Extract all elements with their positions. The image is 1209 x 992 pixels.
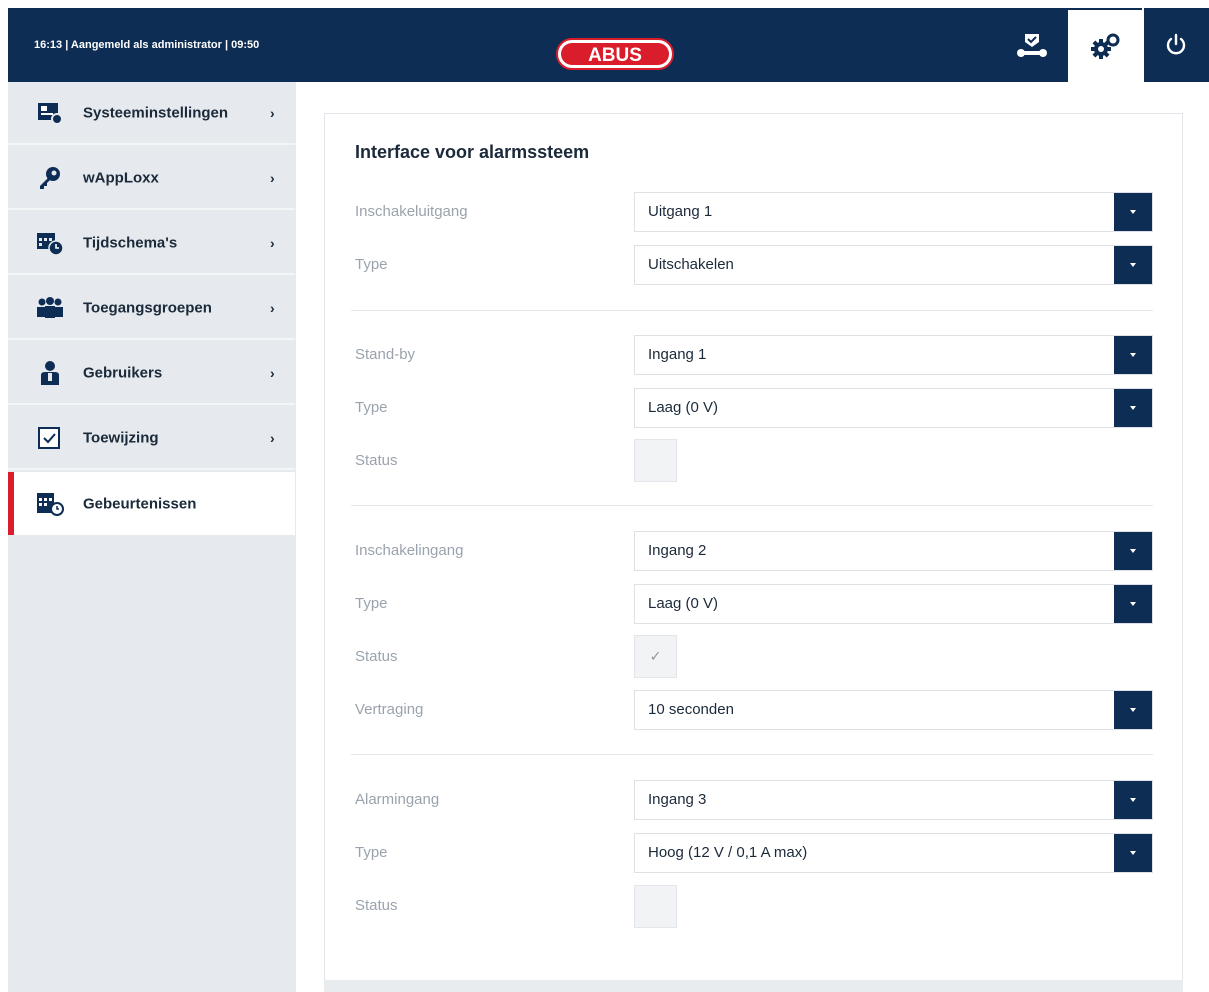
sidebar-item-label: Systeeminstellingen xyxy=(83,104,229,121)
sidebar-item-wapploxx[interactable]: wAppLoxx › xyxy=(8,147,295,210)
sidebar-item-label: Tijdschema's xyxy=(83,234,178,251)
user-icon xyxy=(36,360,64,386)
active-indicator xyxy=(8,472,14,535)
sidebar-item-systeeminstellingen[interactable]: Systeeminstellingen › xyxy=(8,82,295,145)
dropdown-arrow-icon[interactable] xyxy=(1114,834,1152,872)
sidebar-item-tijdschemas[interactable]: Tijdschema's › xyxy=(8,212,295,275)
standby-select[interactable]: Ingang 1 xyxy=(634,335,1153,375)
status-indicator xyxy=(634,439,677,482)
devices-button[interactable] xyxy=(996,8,1068,82)
type-label: Type xyxy=(355,595,388,612)
page-title: Interface voor alarmssteem xyxy=(355,142,590,162)
type-select[interactable]: Laag (0 V) xyxy=(634,584,1153,624)
select-value: Ingang 3 xyxy=(648,791,707,808)
status-label: Status xyxy=(355,452,398,469)
alarm-interface-panel: Interface voor alarmssteem Inschakeluitg… xyxy=(324,113,1183,992)
inschakelingang-label: Inschakelingang xyxy=(355,542,464,559)
select-value: Ingang 2 xyxy=(648,542,707,559)
sidebar-item-label: Gebruikers xyxy=(83,364,163,381)
chevron-right-icon: › xyxy=(270,429,275,446)
type-select[interactable]: Hoog (12 V / 0,1 A max) xyxy=(634,833,1153,873)
select-value: Uitgang 1 xyxy=(648,203,713,220)
settings-gears-icon xyxy=(1091,33,1120,59)
standby-label: Stand-by xyxy=(355,346,416,363)
inschakelingang-select[interactable]: Ingang 2 xyxy=(634,531,1153,571)
system-settings-icon xyxy=(36,100,64,126)
status-indicator xyxy=(634,885,677,928)
group-icon xyxy=(36,295,64,321)
checkmark-icon: ✓ xyxy=(649,648,662,664)
type-label: Type xyxy=(355,844,388,861)
section-divider xyxy=(351,754,1153,755)
type-select[interactable]: Laag (0 V) xyxy=(634,388,1153,428)
power-icon xyxy=(1166,33,1185,55)
dropdown-arrow-icon[interactable] xyxy=(1114,691,1152,729)
logo-text: ABUS xyxy=(588,45,642,66)
sidebar: Systeeminstellingen › wAppLoxx › Tijdsch… xyxy=(8,82,296,992)
chevron-right-icon: › xyxy=(270,364,275,381)
power-button[interactable] xyxy=(1142,8,1209,82)
abus-logo: ABUS xyxy=(556,38,674,70)
sidebar-item-toewijzing[interactable]: Toewijzing › xyxy=(8,407,295,470)
dropdown-arrow-icon[interactable] xyxy=(1114,389,1152,427)
chevron-right-icon: › xyxy=(270,104,275,121)
vertraging-label: Vertraging xyxy=(355,701,424,718)
status-label: Status xyxy=(355,897,398,914)
dropdown-arrow-icon[interactable] xyxy=(1114,781,1152,819)
alarmingang-label: Alarmingang xyxy=(355,791,440,808)
type-select[interactable]: Uitschakelen xyxy=(634,245,1153,285)
section-divider xyxy=(351,505,1153,506)
select-value: Ingang 1 xyxy=(648,346,707,363)
panel-footer xyxy=(324,980,1183,992)
sidebar-item-label: Gebeurtenissen xyxy=(83,495,197,512)
events-calendar-icon xyxy=(36,491,64,517)
dropdown-arrow-icon[interactable] xyxy=(1114,246,1152,284)
alarmingang-select[interactable]: Ingang 3 xyxy=(634,780,1153,820)
dropdown-arrow-icon[interactable] xyxy=(1114,193,1152,231)
sidebar-item-label: wAppLoxx xyxy=(83,169,159,186)
inschakeluitgang-label: Inschakeluitgang xyxy=(355,203,468,220)
settings-button[interactable] xyxy=(1068,10,1142,82)
select-value: Laag (0 V) xyxy=(648,399,719,416)
sidebar-item-label: Toegangsgroepen xyxy=(83,299,212,316)
type-label: Type xyxy=(355,256,388,273)
type-label: Type xyxy=(355,399,388,416)
top-bar: 16:13 | Aangemeld als administrator | 09… xyxy=(8,8,1209,82)
select-value: Hoog (12 V / 0,1 A max) xyxy=(648,844,808,861)
calendar-clock-icon xyxy=(36,230,64,256)
checkbox-icon xyxy=(36,425,64,451)
chevron-right-icon: › xyxy=(270,169,275,186)
select-value: Uitschakelen xyxy=(648,256,734,273)
status-label: Status xyxy=(355,648,398,665)
sidebar-item-gebruikers[interactable]: Gebruikers › xyxy=(8,342,295,405)
inschakeluitgang-select[interactable]: Uitgang 1 xyxy=(634,192,1153,232)
dropdown-arrow-icon[interactable] xyxy=(1114,585,1152,623)
key-icon xyxy=(36,165,64,191)
sidebar-item-label: Toewijzing xyxy=(83,429,159,446)
chevron-right-icon: › xyxy=(270,299,275,316)
dropdown-arrow-icon[interactable] xyxy=(1114,336,1152,374)
sidebar-item-toegangsgroepen[interactable]: Toegangsgroepen › xyxy=(8,277,295,340)
chevron-right-icon: › xyxy=(270,234,275,251)
status-indicator: ✓ xyxy=(634,635,677,678)
vertraging-select[interactable]: 10 seconden xyxy=(634,690,1153,730)
dropdown-arrow-icon[interactable] xyxy=(1114,532,1152,570)
section-divider xyxy=(351,310,1153,311)
select-value: Laag (0 V) xyxy=(648,595,719,612)
session-info: 16:13 | Aangemeld als administrator | 09… xyxy=(34,39,260,51)
sidebar-item-gebeurtenissen[interactable]: Gebeurtenissen xyxy=(8,472,295,535)
select-value: 10 seconden xyxy=(648,701,734,718)
devices-icon xyxy=(1017,34,1047,57)
